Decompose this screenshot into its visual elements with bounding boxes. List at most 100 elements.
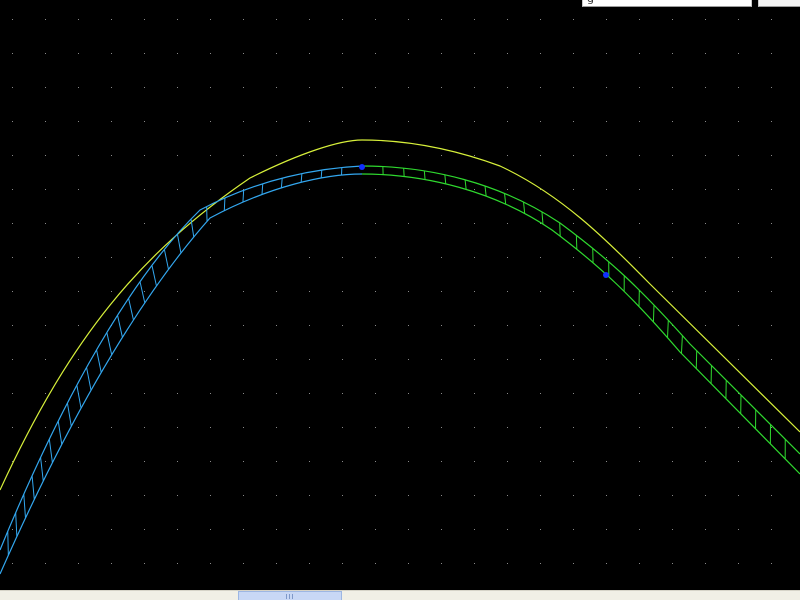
grid-dot xyxy=(309,461,310,462)
grid-dot xyxy=(210,495,211,496)
curve-segment-b[interactable] xyxy=(361,165,800,475)
grid-dot xyxy=(408,529,409,530)
offset-curve[interactable] xyxy=(0,139,800,491)
grid-dot xyxy=(342,121,343,122)
grid-dot xyxy=(408,189,409,190)
grid-dot xyxy=(144,393,145,394)
drawing-canvas-svg[interactable] xyxy=(0,8,800,590)
grid-dot xyxy=(441,427,442,428)
grid-dot xyxy=(441,53,442,54)
grid-dot xyxy=(12,427,13,428)
grid-dot xyxy=(573,19,574,20)
grid-dot xyxy=(573,121,574,122)
grid-dot xyxy=(309,529,310,530)
grid-dot xyxy=(144,563,145,564)
grid-dot xyxy=(276,155,277,156)
grid-dot xyxy=(210,563,211,564)
grid-dot xyxy=(639,257,640,258)
grid-dot xyxy=(672,461,673,462)
grid-dot xyxy=(540,19,541,20)
grid-dot xyxy=(375,325,376,326)
grid-dot xyxy=(705,19,706,20)
horizontal-scrollbar[interactable] xyxy=(0,590,800,600)
control-point-b[interactable] xyxy=(603,272,609,278)
curve-segment-a[interactable] xyxy=(0,165,363,575)
grid-dot xyxy=(276,325,277,326)
grid-dot xyxy=(606,291,607,292)
grid-dot xyxy=(507,155,508,156)
grid-dot xyxy=(309,393,310,394)
rail-tick xyxy=(163,249,169,270)
grid-dot xyxy=(144,53,145,54)
grid-dot xyxy=(111,427,112,428)
grid-dot xyxy=(45,393,46,394)
grid-dot xyxy=(771,529,772,530)
grid-dot xyxy=(672,189,673,190)
grid-dot xyxy=(45,53,46,54)
grid-dot xyxy=(441,563,442,564)
rail-tick xyxy=(300,173,303,183)
toolbar-combo-fragment[interactable]: g xyxy=(582,0,752,7)
rail-tick xyxy=(523,201,526,214)
segment-a-outer-edge xyxy=(0,165,363,551)
grid-dot xyxy=(573,393,574,394)
grid-dot xyxy=(12,257,13,258)
grid-dot xyxy=(507,19,508,20)
grid-dot xyxy=(276,121,277,122)
grid-dot xyxy=(144,291,145,292)
grid-dot xyxy=(771,495,772,496)
scrollbar-thumb[interactable] xyxy=(238,591,342,600)
grid-dot xyxy=(540,257,541,258)
grid-dot xyxy=(45,189,46,190)
grid-dot xyxy=(540,325,541,326)
grid-dot xyxy=(210,325,211,326)
grid-dot xyxy=(243,223,244,224)
drawing-canvas[interactable] xyxy=(0,8,800,590)
grid-dot xyxy=(606,461,607,462)
grid-dot xyxy=(210,427,211,428)
rail-tick xyxy=(57,420,63,445)
grid-dot xyxy=(441,155,442,156)
grid-dot xyxy=(375,189,376,190)
grid-dot xyxy=(177,359,178,360)
grid-dot xyxy=(243,87,244,88)
grid-dot xyxy=(408,325,409,326)
rail-tick xyxy=(261,183,264,195)
grid-dot xyxy=(540,529,541,530)
grid-dot xyxy=(45,359,46,360)
grid-dot xyxy=(45,87,46,88)
grid-dot xyxy=(276,359,277,360)
grid-dot xyxy=(738,325,739,326)
grid-dot xyxy=(738,257,739,258)
grid-dot xyxy=(408,563,409,564)
segment-a-ticks xyxy=(7,167,343,556)
grid-dot xyxy=(540,427,541,428)
grid-dot xyxy=(276,53,277,54)
grid-dot xyxy=(177,53,178,54)
grid-dot xyxy=(210,257,211,258)
grid-dot xyxy=(606,563,607,564)
grid-dot xyxy=(441,189,442,190)
control-point-apex[interactable] xyxy=(359,164,365,170)
toolbar-right-cell[interactable] xyxy=(758,0,800,7)
grid-dot xyxy=(639,53,640,54)
grid-dot xyxy=(276,427,277,428)
grid-dot xyxy=(738,223,739,224)
grid-dot xyxy=(309,257,310,258)
grid-dot xyxy=(177,427,178,428)
grid-dot xyxy=(771,427,772,428)
grid-dot xyxy=(474,495,475,496)
grid-dot xyxy=(738,495,739,496)
grid-dot xyxy=(441,257,442,258)
grid-dot xyxy=(375,495,376,496)
segment-a-inner-edge xyxy=(0,173,363,575)
grid-dot xyxy=(540,121,541,122)
grid-dot xyxy=(441,325,442,326)
grid-dot xyxy=(573,223,574,224)
grid-dot xyxy=(111,121,112,122)
grid-dot xyxy=(276,257,277,258)
grid-dot xyxy=(309,359,310,360)
rail-tick xyxy=(242,190,245,203)
grid-dot xyxy=(111,189,112,190)
grid-dot xyxy=(342,359,343,360)
